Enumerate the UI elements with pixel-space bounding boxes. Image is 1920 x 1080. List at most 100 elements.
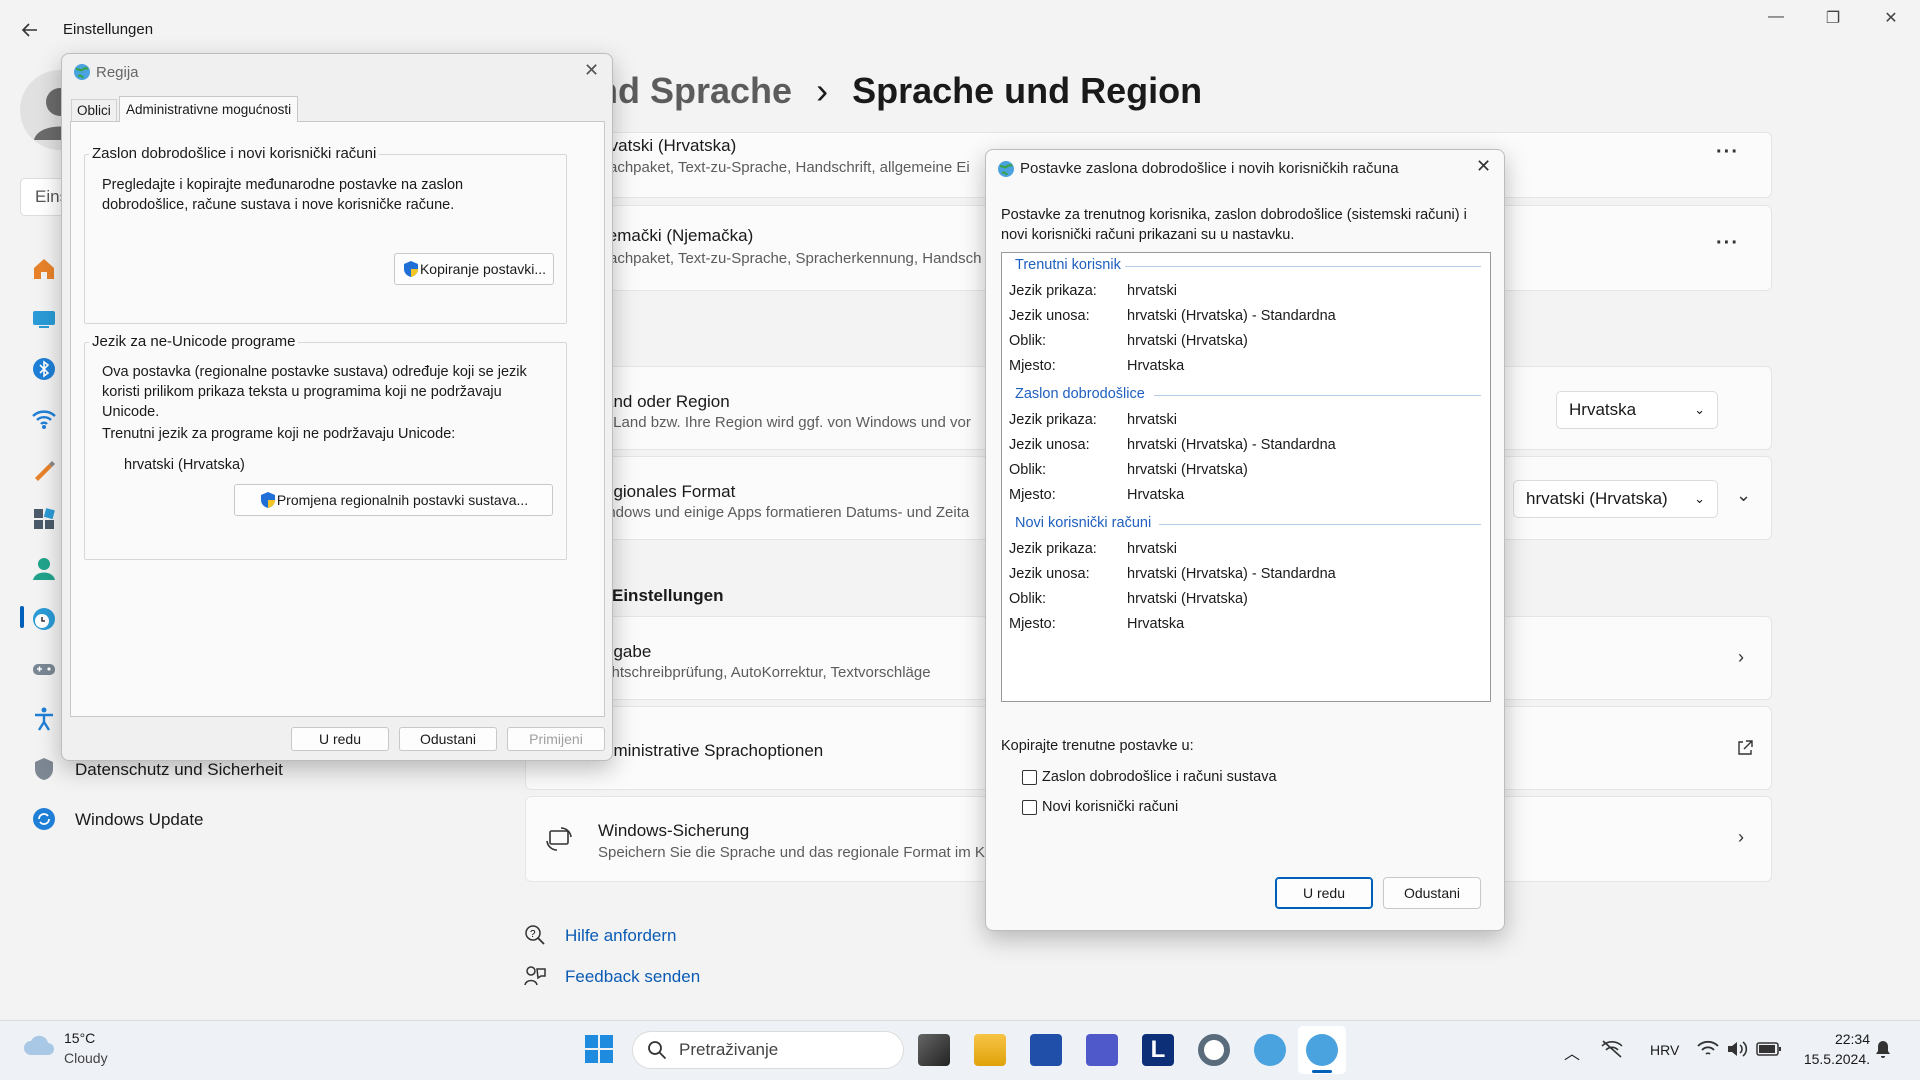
cancel-button[interactable]: Odustani — [399, 727, 497, 751]
sidebar-item-privacy[interactable]: Datenschutz und Sicherheit — [75, 760, 283, 780]
row-value: hrvatski — [1127, 412, 1177, 428]
chevron-up-icon[interactable]: ︿ — [1564, 1040, 1580, 1064]
ok-button[interactable]: U redu — [1275, 877, 1373, 909]
network-off-icon[interactable] — [1601, 1040, 1623, 1058]
start-icon[interactable] — [584, 1034, 614, 1064]
chevron-right-icon: › — [1738, 647, 1744, 667]
more-options-icon[interactable]: ··· — [1716, 232, 1739, 255]
checkbox-label[interactable]: Zaslon dobrodošlice i računi sustava — [1042, 769, 1277, 785]
region-dropdown[interactable]: Hrvatska ⌄ — [1556, 391, 1718, 429]
minimize-button[interactable]: — — [1753, 8, 1799, 26]
cancel-button[interactable]: Odustani — [1383, 877, 1481, 909]
network-icon[interactable] — [31, 406, 57, 432]
copy-settings-button[interactable]: Kopiranje postavki... — [394, 253, 554, 285]
more-options-icon[interactable]: ··· — [1716, 141, 1739, 164]
close-window-button[interactable]: ✕ — [1868, 8, 1914, 28]
chevron-down-icon: ⌄ — [1694, 402, 1705, 417]
globe-app-icon[interactable] — [1254, 1034, 1286, 1066]
feedback-link[interactable]: Feedback senden — [565, 967, 700, 987]
tab-oblici[interactable]: Oblici — [71, 99, 117, 121]
help-link[interactable]: Hilfe anfordern — [565, 926, 677, 946]
wifi-icon[interactable] — [1697, 1040, 1719, 1058]
section-divider — [1154, 395, 1481, 396]
backup-icon — [545, 825, 573, 853]
notification-bell-icon[interactable] — [1875, 1040, 1891, 1060]
feedback-icon — [524, 965, 546, 987]
help-icon: ? — [524, 924, 546, 946]
welcome-screen-checkbox[interactable] — [1022, 770, 1037, 785]
weather-temp[interactable]: 15°C — [64, 1030, 95, 1046]
group-description: Pregledajte i kopirajte međunarodne post… — [102, 177, 464, 213]
close-icon[interactable]: ✕ — [1476, 156, 1491, 177]
bluetooth-icon[interactable] — [31, 356, 57, 382]
ok-button[interactable]: U redu — [291, 727, 389, 751]
language-desc: rachpaket, Text-zu-Sprache, Spracherkenn… — [604, 250, 982, 267]
change-system-locale-button[interactable]: Promjena regionalnih postavki sustava... — [234, 484, 553, 516]
apps-icon[interactable] — [31, 506, 57, 532]
home-icon[interactable] — [31, 256, 57, 282]
weather-cloud-icon[interactable] — [22, 1033, 56, 1059]
expand-chevron-icon[interactable]: ⌄ — [1736, 485, 1751, 506]
row-label: Oblik: — [1009, 591, 1047, 607]
settings-gear-icon[interactable] — [1198, 1034, 1230, 1066]
row-label: Jezik unosa: — [1009, 566, 1090, 582]
input-language-indicator[interactable]: HRV — [1650, 1042, 1679, 1058]
copy-settings-dialog: Postavke zaslona dobrodošlice i novih ko… — [985, 149, 1505, 931]
row-value: hrvatski (Hrvatska) - Standardna — [1127, 308, 1336, 324]
volume-icon[interactable] — [1726, 1040, 1748, 1058]
backup-desc: Speichern Sie die Sprache und das region… — [598, 844, 985, 861]
row-label: Mjesto: — [1009, 487, 1056, 503]
section-title-new-accounts: Novi korisnički računi — [1015, 515, 1152, 531]
row-value: hrvatski (Hrvatska) — [1127, 591, 1248, 607]
accounts-icon[interactable] — [31, 556, 57, 582]
chevron-down-icon: ⌄ — [1694, 491, 1705, 506]
battery-icon[interactable] — [1756, 1041, 1782, 1057]
admin-title: dministrative Sprachoptionen — [604, 741, 824, 760]
time-language-icon[interactable] — [31, 606, 57, 632]
format-dropdown[interactable]: hrvatski (Hrvatska) ⌄ — [1513, 480, 1718, 518]
close-icon[interactable]: ✕ — [584, 60, 599, 81]
search-icon — [648, 1041, 667, 1060]
clock-time[interactable]: 22:34 — [1800, 1031, 1870, 1047]
back-arrow-icon[interactable] — [20, 20, 40, 40]
format-dropdown-value: hrvatski (Hrvatska) — [1526, 489, 1668, 508]
row-value: hrvatski (Hrvatska) - Standardna — [1127, 437, 1336, 453]
apply-button[interactable]: Primijeni — [507, 727, 605, 751]
file-explorer-icon[interactable] — [974, 1034, 1006, 1066]
breadcrumb-current: Sprache und Region — [852, 70, 1203, 111]
weather-desc[interactable]: Cloudy — [64, 1050, 108, 1066]
group-title: Zaslon dobrodošlice i novi korisnički ra… — [89, 145, 380, 162]
language-name: rvatski (Hrvatska) — [604, 136, 737, 155]
row-value: hrvatski (Hrvatska) — [1127, 333, 1248, 349]
clock-date[interactable]: 15.5.2024. — [1790, 1051, 1870, 1067]
dialog-title: Postavke zaslona dobrodošlice i novih ko… — [1020, 160, 1399, 177]
region-app-icon[interactable] — [1306, 1034, 1338, 1066]
taskbar-search-input[interactable]: Pretraživanje — [632, 1031, 904, 1069]
row-label: Jezik unosa: — [1009, 308, 1090, 324]
app-l-icon[interactable]: L — [1142, 1034, 1174, 1066]
windows-update-icon[interactable] — [31, 806, 57, 832]
row-label: Mjesto: — [1009, 616, 1056, 632]
new-accounts-checkbox[interactable] — [1022, 800, 1037, 815]
checkbox-label[interactable]: Novi korisnički računi — [1042, 799, 1178, 815]
privacy-shield-icon[interactable] — [31, 756, 57, 782]
region-title: and oder Region — [604, 392, 730, 411]
backup-title: Windows-Sicherung — [598, 821, 750, 840]
store-icon[interactable] — [1030, 1034, 1062, 1066]
personalization-icon[interactable] — [31, 456, 57, 482]
current-language-value: hrvatski (Hrvatska) — [124, 457, 245, 473]
dialog-title: Regija — [96, 64, 139, 81]
row-label: Mjesto: — [1009, 358, 1056, 374]
section-title-welcome-screen: Zaslon dobrodošlice — [1015, 386, 1145, 402]
tab-administrativne[interactable]: Administrativne mogućnosti — [119, 96, 299, 122]
system-icon[interactable] — [31, 306, 57, 332]
teams-icon[interactable] — [1086, 1034, 1118, 1066]
accessibility-icon[interactable] — [31, 706, 57, 732]
row-value: Hrvatska — [1127, 487, 1185, 503]
row-value: hrvatski (Hrvatska) - Standardna — [1127, 566, 1336, 582]
gaming-icon[interactable] — [31, 656, 57, 682]
breadcrumb-parent[interactable]: nd Sprache — [596, 70, 792, 111]
sidebar-item-windows-update[interactable]: Windows Update — [75, 810, 204, 830]
task-view-icon[interactable] — [918, 1034, 950, 1066]
restore-button[interactable]: ❐ — [1810, 8, 1856, 28]
